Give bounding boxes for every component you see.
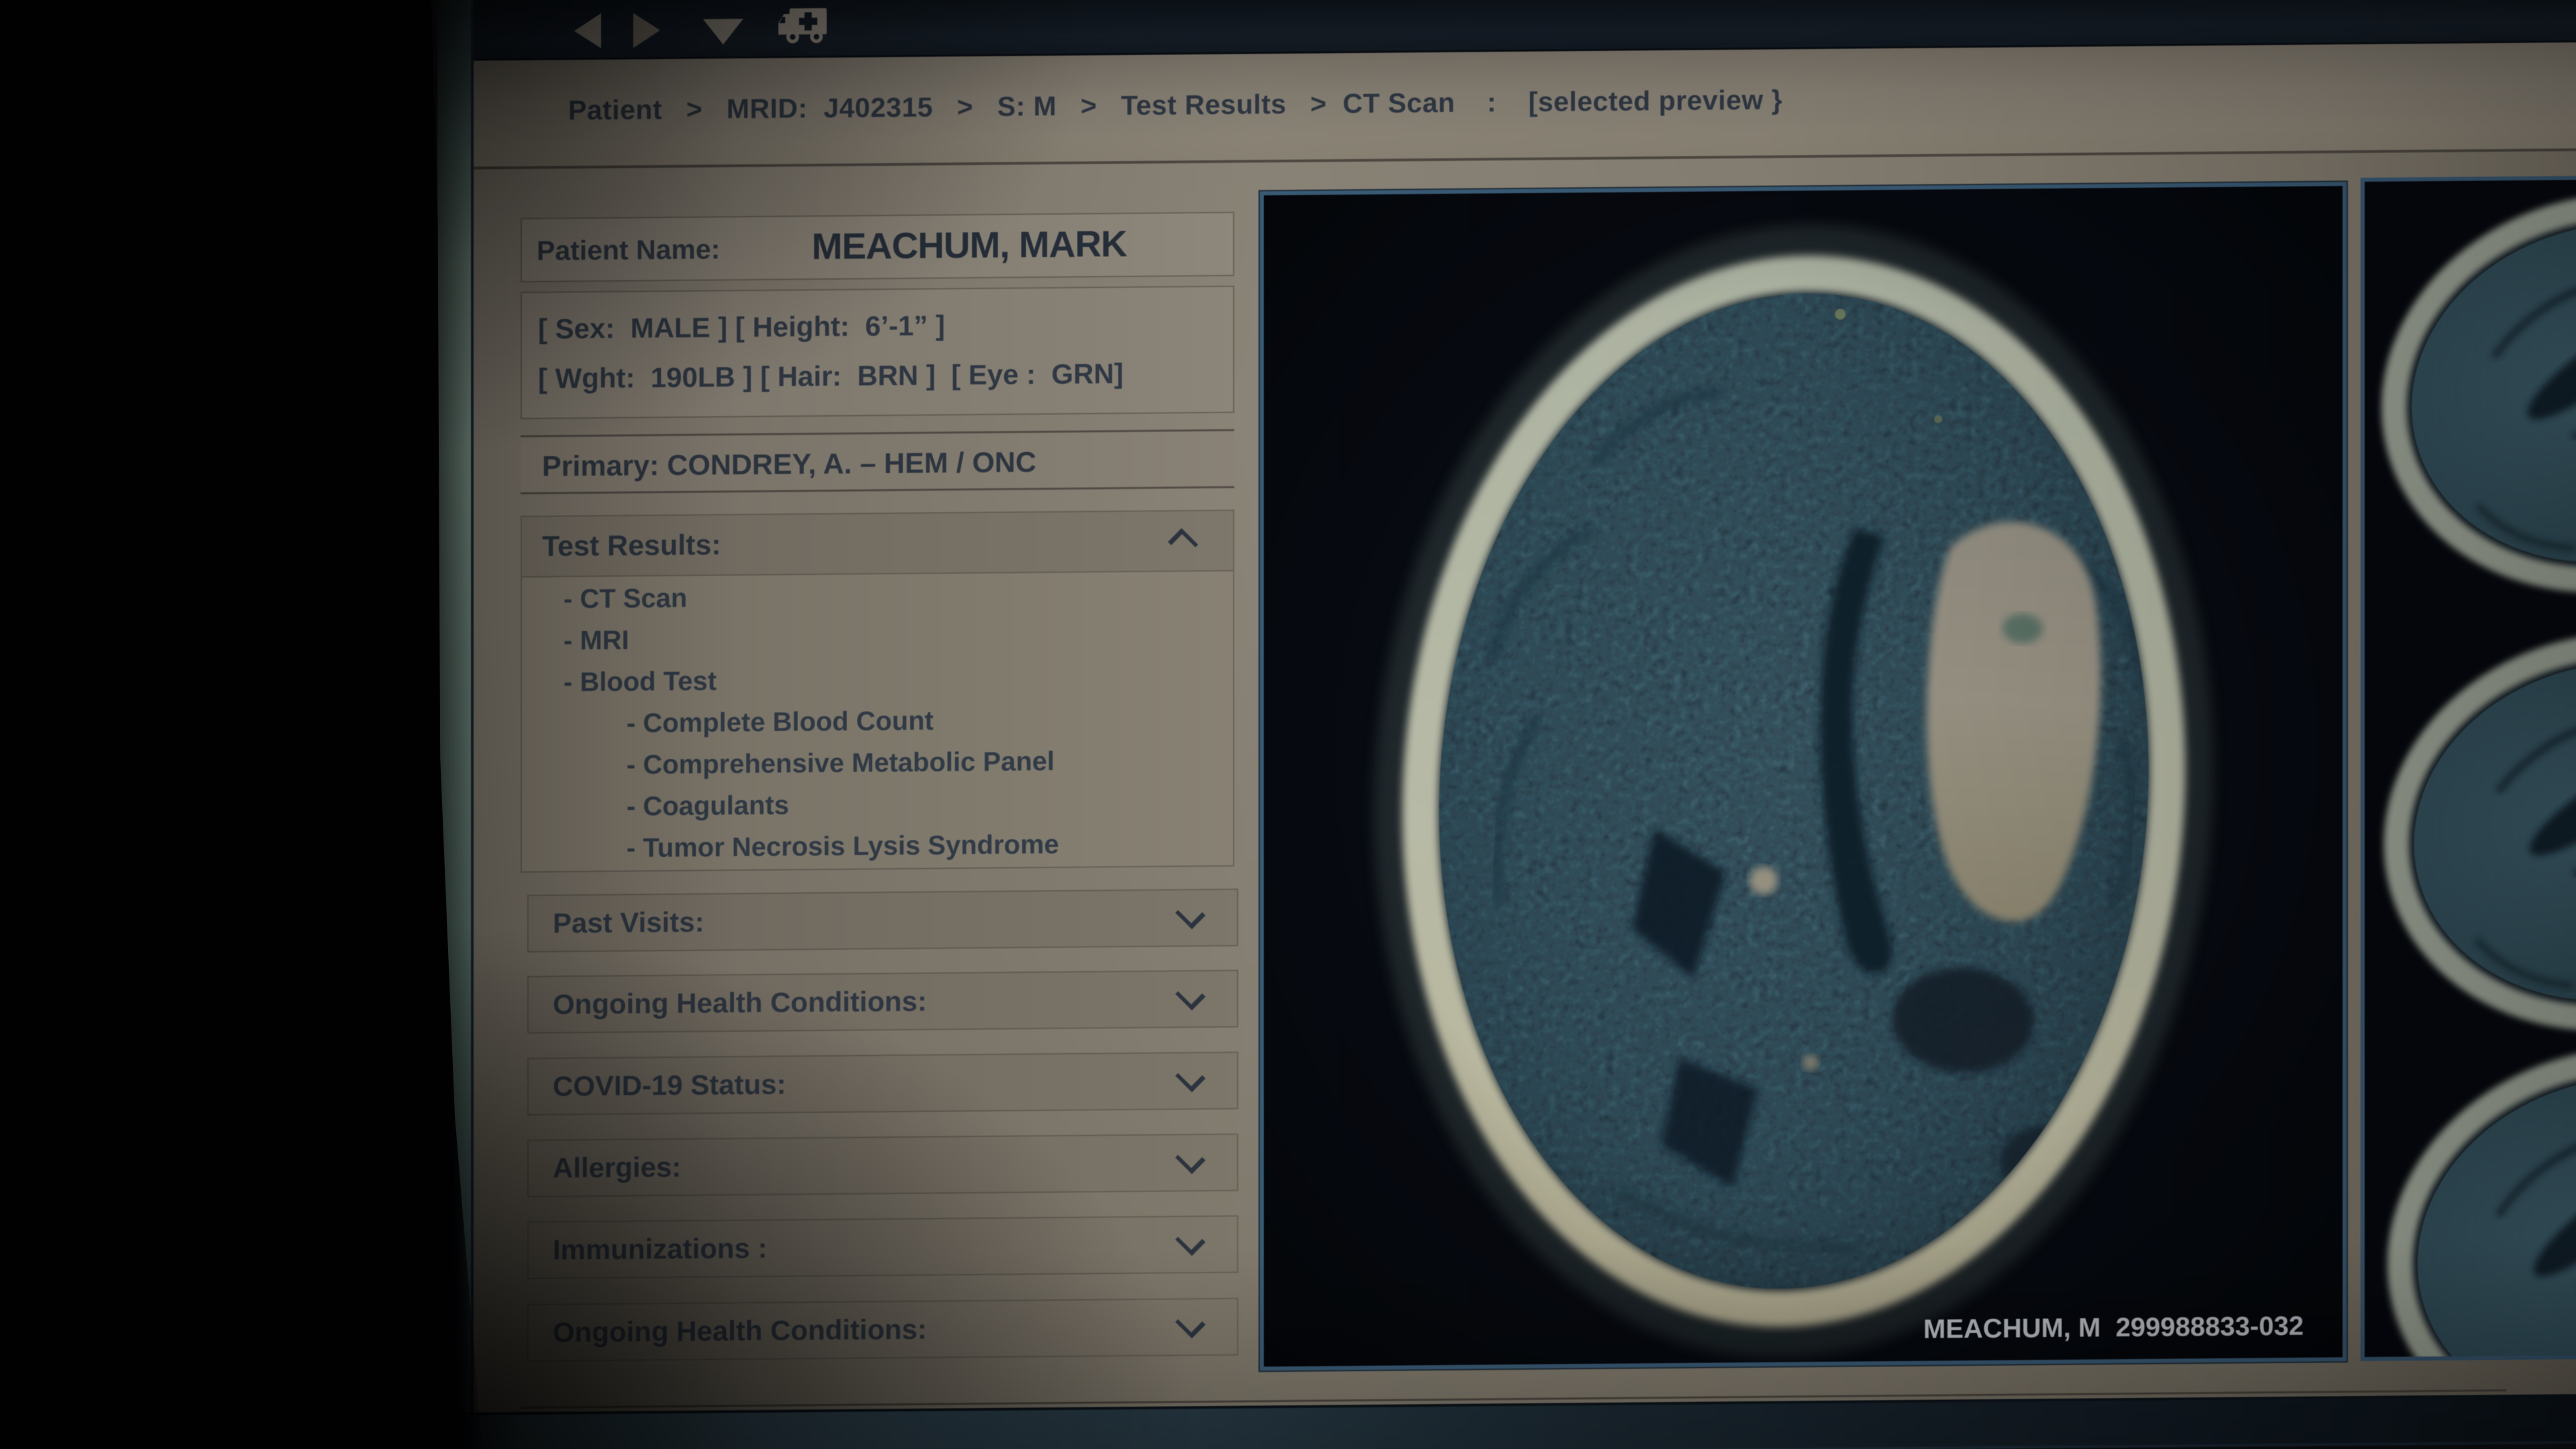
chevron-down-icon[interactable] [703, 19, 743, 45]
test-results-title: Test Results: [542, 529, 721, 563]
breadcrumb[interactable]: Patient > MRID: J402315 > S: M > Test Re… [568, 85, 1782, 127]
chevron-down-icon[interactable] [1175, 1062, 1205, 1092]
accordion-label: Allergies: [553, 1151, 681, 1185]
test-result-mri[interactable]: - MRI [522, 614, 1233, 662]
chevron-down-icon[interactable] [1175, 899, 1205, 929]
test-result-ct-scan[interactable]: - CT Scan [522, 573, 1233, 621]
monitor-screen: Patient > MRID: J402315 > S: M > Test Re… [437, 0, 2576, 1449]
accordion-past-visits[interactable]: Past Visits: [527, 889, 1238, 953]
patient-attributes-line2: [ Wght: 190LB ] [ Hair: BRN ] [ Eye : GR… [538, 358, 1124, 395]
chevron-down-icon[interactable] [1175, 980, 1205, 1010]
accordion-allergies[interactable]: Allergies: [527, 1134, 1238, 1197]
accordion-label: Ongoing Health Conditions: [553, 985, 927, 1021]
foreground-object [0, 0, 470, 1449]
ct-thumbnails-image [2365, 180, 2576, 1357]
patient-attributes-line1: [ Sex: MALE ] [ Height: 6’-1” ] [538, 309, 945, 345]
chevron-down-icon[interactable] [1175, 1226, 1205, 1256]
accordion-label: Ongoing Health Conditions: [553, 1313, 927, 1349]
ambulance-icon[interactable] [777, 5, 829, 49]
chevron-up-icon[interactable] [1168, 528, 1198, 558]
patient-name-value: MEACHUM, MARK [812, 222, 1127, 268]
test-results-list: - CT Scan - MRI - Blood Test - Complete … [522, 573, 1233, 870]
primary-physician: Primary: CONDREY, A. – HEM / ONC [542, 446, 1036, 483]
test-results-header[interactable]: Test Results: [522, 511, 1233, 578]
ct-scan-preview[interactable]: MEACHUM, M 299988833-032 [1260, 182, 2347, 1371]
accordion-covid19-status[interactable]: COVID-19 Status: [527, 1052, 1238, 1116]
breadcrumb-bar: Patient > MRID: J402315 > S: M > Test Re… [474, 42, 2576, 169]
primary-physician-box: Primary: CONDREY, A. – HEM / ONC [521, 429, 1234, 494]
ct-thumbnail-strip[interactable] [2361, 176, 2576, 1361]
accordion-ongoing-health-conditions[interactable]: Ongoing Health Conditions: [527, 970, 1238, 1034]
accordion-label: COVID-19 Status: [553, 1068, 786, 1102]
test-result-blood-test[interactable]: - Blood Test [522, 656, 1233, 704]
test-result-coagulants[interactable]: - Coagulants [522, 781, 1233, 828]
patient-attributes-box: [ Sex: MALE ] [ Height: 6’-1” ] [ Wght: … [521, 286, 1234, 419]
chevron-down-icon[interactable] [1175, 1144, 1205, 1174]
forward-arrow-icon[interactable] [633, 13, 660, 48]
back-arrow-icon[interactable] [574, 13, 601, 48]
test-result-cmp[interactable]: - Comprehensive Metabolic Panel [522, 739, 1233, 787]
chevron-down-icon[interactable] [1175, 1308, 1205, 1338]
ct-patient-tag: MEACHUM, M 299988833-032 [1923, 1311, 2304, 1345]
accordion-label: Past Visits: [553, 906, 704, 940]
accordion-ongoing-health-conditions-2[interactable]: Ongoing Health Conditions: [527, 1298, 1238, 1362]
accordion-immunizations[interactable]: Immunizations : [527, 1216, 1238, 1279]
accordion-label: Immunizations : [553, 1232, 767, 1267]
patient-name-label: Patient Name: [537, 233, 720, 266]
test-results-section: Test Results: - CT Scan - MRI - Blood Te… [521, 510, 1234, 873]
patient-name-box: Patient Name: MEACHUM, MARK [521, 212, 1234, 282]
test-result-tnls[interactable]: - Tumor Necrosis Lysis Syndrome [522, 822, 1233, 870]
photo-of-monitor: Patient > MRID: J402315 > S: M > Test Re… [0, 0, 2576, 1449]
ct-brain-image [1264, 186, 2343, 1366]
test-result-cbc[interactable]: - Complete Blood Count [522, 698, 1233, 745]
